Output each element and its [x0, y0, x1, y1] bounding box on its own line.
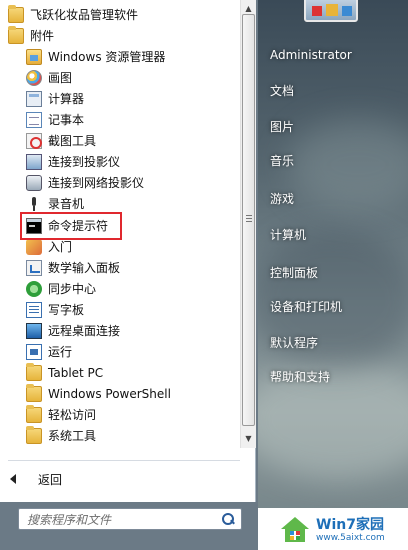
control-panel-link[interactable]: 控制面板 [270, 264, 318, 281]
sync-center-icon [26, 280, 42, 297]
list-item-label: 截图工具 [48, 134, 97, 148]
folder-icon [26, 404, 42, 423]
search-input[interactable]: 搜索程序和文件 [18, 508, 242, 530]
list-item-remote-desktop[interactable]: 远程桌面连接 [26, 320, 120, 341]
list-item-sync-center[interactable]: 同步中心 [26, 278, 96, 299]
program-list-scrollbar[interactable]: ▲ ▼ [240, 0, 256, 448]
list-item-label: 记事本 [48, 113, 85, 127]
list-item-snipping-tool[interactable]: 截图工具 [26, 130, 96, 151]
list-item-tablet-pc-folder[interactable]: Tablet PC [26, 362, 103, 383]
background-blur [288, 120, 408, 210]
paint-icon [26, 69, 42, 86]
watermark-title: Win7家园 [316, 517, 384, 533]
list-item-label: 运行 [48, 345, 73, 359]
help-support-link[interactable]: 帮助和支持 [270, 368, 330, 385]
list-item-label: Windows 资源管理器 [48, 50, 166, 64]
scroll-grip-icon [246, 215, 252, 222]
list-item-label: 写字板 [48, 303, 85, 317]
list-item-connect-projector[interactable]: 连接到投影仪 [26, 151, 120, 172]
list-item-label: 入门 [48, 240, 73, 254]
all-programs-list: 飞跃化妆品管理软件 附件 Windows 资源管理器 画图 计算器 记事本 截图… [0, 0, 240, 450]
list-item-label: 计算器 [48, 92, 85, 106]
list-item-feiyue-folder[interactable]: 飞跃化妆品管理软件 [8, 4, 138, 25]
list-item-run[interactable]: 运行 [26, 341, 72, 362]
list-item-system-tools-folder[interactable]: 系统工具 [26, 425, 96, 446]
list-item-label: 同步中心 [48, 282, 97, 296]
user-picture-part [312, 6, 322, 16]
list-item-math-input-panel[interactable]: 数学输入面板 [26, 257, 120, 278]
search-placeholder: 搜索程序和文件 [27, 512, 112, 527]
devices-printers-link[interactable]: 设备和打印机 [270, 298, 342, 315]
scroll-thumb[interactable] [242, 14, 255, 426]
list-item-label: 飞跃化妆品管理软件 [30, 8, 139, 22]
run-icon [26, 343, 42, 360]
list-item-notepad[interactable]: 记事本 [26, 109, 84, 130]
list-item-sound-recorder[interactable]: 录音机 [26, 193, 84, 214]
list-item-connect-network-projector[interactable]: 连接到网络投影仪 [26, 172, 144, 193]
list-item-label: 录音机 [48, 197, 85, 211]
pictures-link[interactable]: 图片 [270, 118, 294, 135]
list-item-label: 数学输入面板 [48, 261, 121, 275]
list-item-label: 轻松访问 [48, 408, 97, 422]
divider [8, 460, 240, 461]
documents-link[interactable]: 文档 [270, 82, 294, 99]
games-link[interactable]: 游戏 [270, 190, 294, 207]
computer-link[interactable]: 计算机 [270, 226, 306, 243]
house-logo-icon [281, 517, 309, 542]
music-link[interactable]: 音乐 [270, 152, 294, 169]
user-picture[interactable] [304, 0, 358, 22]
list-item-accessories-folder[interactable]: 附件 [8, 25, 54, 46]
remote-desktop-icon [26, 322, 42, 339]
network-projector-icon [26, 174, 42, 191]
projector-icon [26, 153, 42, 170]
wordpad-icon [26, 301, 42, 318]
list-item-label: 画图 [48, 71, 73, 85]
list-item-label: Tablet PC [48, 365, 104, 380]
calculator-icon [26, 90, 42, 107]
list-item-label: 附件 [30, 29, 55, 43]
back-label: 返回 [38, 472, 63, 487]
microphone-icon [26, 196, 42, 212]
folder-icon [8, 4, 24, 23]
folder-icon [8, 25, 24, 44]
folder-icon [26, 362, 42, 381]
list-item-label: 连接到网络投影仪 [48, 176, 145, 190]
list-item-ease-of-access-folder[interactable]: 轻松访问 [26, 404, 96, 425]
list-item-label: 系统工具 [48, 429, 97, 443]
back-button[interactable]: 返回 [10, 469, 62, 489]
default-programs-link[interactable]: 默认程序 [270, 334, 318, 351]
list-item-paint[interactable]: 画图 [26, 67, 72, 88]
start-menu-left-pane: 飞跃化妆品管理软件 附件 Windows 资源管理器 画图 计算器 记事本 截图… [0, 0, 256, 502]
list-item-wordpad[interactable]: 写字板 [26, 299, 84, 320]
list-item-label: 连接到投影仪 [48, 155, 121, 169]
list-item-windows-explorer[interactable]: Windows 资源管理器 [26, 46, 165, 67]
list-item-calculator[interactable]: 计算器 [26, 88, 84, 109]
snipping-tool-icon [26, 132, 42, 149]
notepad-icon [26, 111, 42, 128]
user-picture-part [326, 4, 338, 16]
folder-icon [26, 383, 42, 402]
back-arrow-icon [10, 474, 16, 484]
folder-icon [26, 425, 42, 444]
watermark-logo: Win7家园 www.5aixt.com [258, 508, 408, 550]
list-item-powershell-folder[interactable]: Windows PowerShell [26, 383, 171, 404]
user-name-link[interactable]: Administrator [270, 48, 352, 62]
user-picture-part [342, 6, 352, 16]
scroll-down-arrow-icon[interactable]: ▼ [241, 430, 256, 446]
math-input-icon [26, 259, 42, 276]
highlight-annotation-box [20, 212, 122, 240]
watermark-url: www.5aixt.com [316, 533, 385, 543]
list-item-label: 远程桌面连接 [48, 324, 121, 338]
explorer-icon [26, 48, 42, 65]
list-item-label: Windows PowerShell [48, 386, 171, 401]
getting-started-icon [26, 238, 42, 255]
search-icon[interactable] [221, 512, 235, 526]
